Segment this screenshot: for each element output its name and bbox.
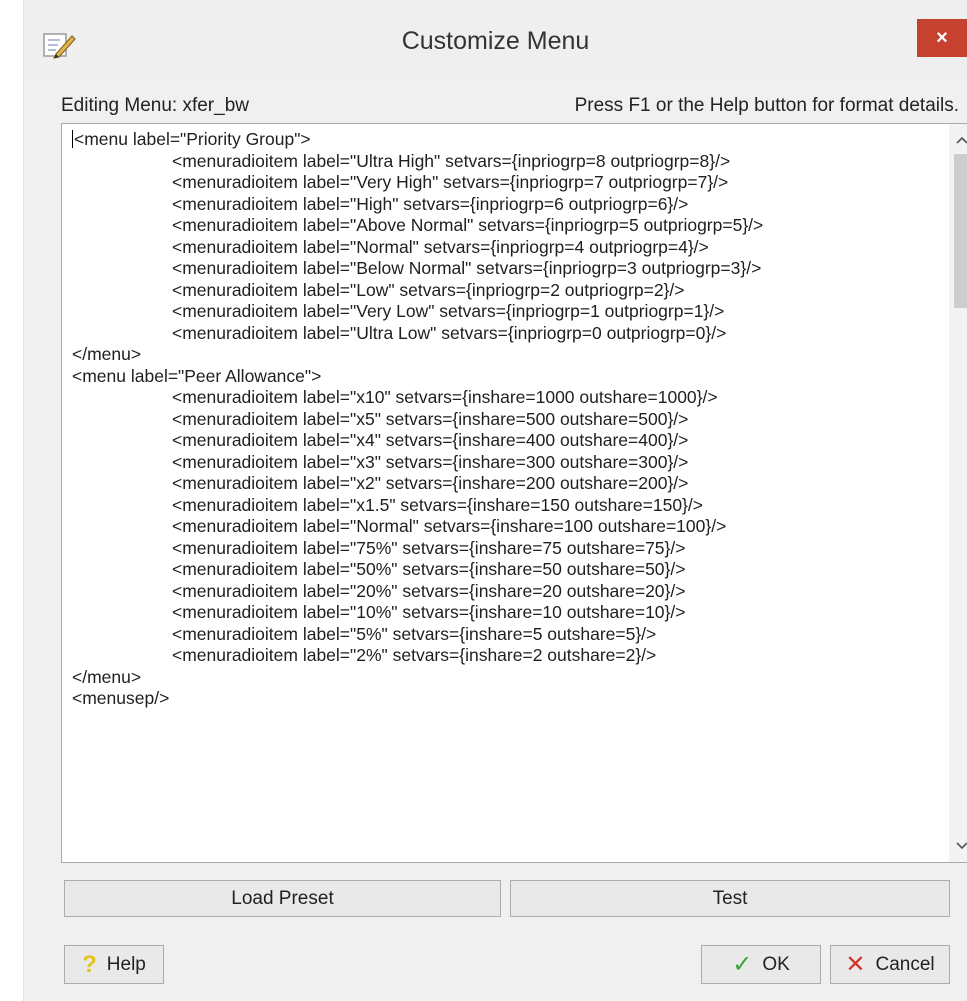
code-line: <menuradioitem label="x10" setvars={insh… xyxy=(72,387,935,409)
code-line: <menuradioitem label="x1.5" setvars={ins… xyxy=(72,495,935,517)
code-line: </menu> xyxy=(72,344,935,366)
menu-editor-textarea[interactable]: <menu label="Priority Group"> <menuradioi… xyxy=(61,123,967,863)
code-line-text: <menuradioitem label="10%" setvars={insh… xyxy=(172,602,686,622)
code-line-text: <menuradioitem label="Ultra Low" setvars… xyxy=(172,322,727,343)
code-line: <menu label="Peer Allowance"> xyxy=(72,366,935,388)
chevron-down-icon[interactable] xyxy=(949,834,967,858)
code-line: <menuradioitem label="Low" setvars={inpr… xyxy=(72,280,935,302)
vertical-scrollbar[interactable] xyxy=(949,124,967,862)
code-line: <menuradioitem label="x4" setvars={insha… xyxy=(72,430,935,452)
code-line: <menuradioitem label="x3" setvars={insha… xyxy=(72,452,935,474)
code-line-text: <menuradioitem label="Low" setvars={inpr… xyxy=(172,279,685,300)
code-line-text: <menu label="Priority Group"> xyxy=(74,129,311,149)
code-line: <menuradioitem label="50%" setvars={insh… xyxy=(72,559,935,581)
code-line: <menuradioitem label="Ultra High" setvar… xyxy=(72,151,935,173)
help-button[interactable]: ? Help xyxy=(64,945,164,984)
code-line-text: <menuradioitem label="Very Low" setvars=… xyxy=(172,301,725,321)
code-line: <menuradioitem label="5%" setvars={insha… xyxy=(72,624,935,646)
code-line-text: <menuradioitem label="x2" setvars={insha… xyxy=(172,473,689,493)
code-line-text: <menuradioitem label="x4" setvars={insha… xyxy=(172,430,689,450)
code-line: <menuradioitem label="Above Normal" setv… xyxy=(72,215,935,237)
code-line-text: <menuradioitem label="x1.5" setvars={ins… xyxy=(172,494,703,515)
code-line-text: <menuradioitem label="High" setvars={inp… xyxy=(172,193,689,214)
x-mark-icon: ✕ xyxy=(845,951,866,978)
code-line-text: <menuradioitem label="Very High" setvars… xyxy=(172,172,729,192)
window-title: Customize Menu xyxy=(401,27,590,55)
load-preset-button[interactable]: Load Preset xyxy=(64,880,501,917)
code-line: <menuradioitem label="Normal" setvars={i… xyxy=(72,237,935,259)
code-line-text: <menuradioitem label="Normal" setvars={i… xyxy=(172,236,709,257)
question-mark-icon: ? xyxy=(82,950,97,978)
code-line: <menuradioitem label="Very High" setvars… xyxy=(72,172,935,194)
code-line-text: <menuradioitem label="Above Normal" setv… xyxy=(172,215,764,235)
code-line-text: <menuradioitem label="x10" setvars={insh… xyxy=(172,387,718,407)
ok-button[interactable]: ✓ OK xyxy=(701,945,821,984)
code-line-text: <menuradioitem label="5%" setvars={insha… xyxy=(172,623,657,644)
code-line: <menuradioitem label="Normal" setvars={i… xyxy=(72,516,935,538)
code-line: </menu> xyxy=(72,667,935,689)
ok-button-label: OK xyxy=(762,953,790,975)
code-line-text: <menuradioitem label="Ultra High" setvar… xyxy=(172,150,731,171)
code-line-text: <menuradioitem label="2%" setvars={insha… xyxy=(172,645,657,665)
scrollbar-thumb[interactable] xyxy=(954,154,967,308)
code-line-text: <menu label="Peer Allowance"> xyxy=(72,365,322,386)
close-icon: × xyxy=(936,26,948,49)
code-line-text: <menuradioitem label="20%" setvars={insh… xyxy=(172,580,686,601)
editor-content[interactable]: <menu label="Priority Group"> <menuradioi… xyxy=(72,129,935,862)
help-hint-text: Press F1 or the Help button for format d… xyxy=(574,95,959,116)
code-line-text: <menuradioitem label="50%" setvars={insh… xyxy=(172,559,686,579)
code-line: <menuradioitem label="10%" setvars={insh… xyxy=(72,602,935,624)
text-caret xyxy=(72,130,73,148)
test-button[interactable]: Test xyxy=(510,880,950,917)
cancel-button[interactable]: ✕ Cancel xyxy=(830,945,950,984)
code-line: <menu label="Priority Group"> xyxy=(72,129,935,151)
code-line: <menuradioitem label="2%" setvars={insha… xyxy=(72,645,935,667)
close-button[interactable]: × xyxy=(917,19,967,57)
code-line-text: <menuradioitem label="x3" setvars={insha… xyxy=(172,451,689,472)
code-line: <menuradioitem label="75%" setvars={insh… xyxy=(72,538,935,560)
code-line-text: </menu> xyxy=(72,344,142,364)
help-button-label: Help xyxy=(106,953,146,975)
code-line: <menuradioitem label="Very Low" setvars=… xyxy=(72,301,935,323)
cancel-button-label: Cancel xyxy=(875,953,935,975)
code-line-text: <menuradioitem label="x5" setvars={insha… xyxy=(172,408,689,429)
code-line-text: </menu> xyxy=(72,666,142,687)
code-line: <menuradioitem label="Ultra Low" setvars… xyxy=(72,323,935,345)
editor-header: Editing Menu: xfer_bw Press F1 or the He… xyxy=(61,95,967,123)
code-line-text: <menuradioitem label="Normal" setvars={i… xyxy=(172,516,727,536)
title-bar[interactable]: Customize Menu × xyxy=(24,0,967,82)
editing-menu-label: Editing Menu: xfer_bw xyxy=(61,95,249,116)
code-line: <menuradioitem label="High" setvars={inp… xyxy=(72,194,935,216)
customize-menu-dialog: Customize Menu × Editing Menu: xfer_bw P… xyxy=(23,0,967,1001)
checkmark-icon: ✓ xyxy=(732,951,753,978)
code-line: <menuradioitem label="x2" setvars={insha… xyxy=(72,473,935,495)
code-line: <menuradioitem label="20%" setvars={insh… xyxy=(72,581,935,603)
code-line: <menuradioitem label="Below Normal" setv… xyxy=(72,258,935,280)
code-line-text: <menuradioitem label="75%" setvars={insh… xyxy=(172,537,686,558)
code-line: <menusep/> xyxy=(72,688,935,710)
code-line: <menuradioitem label="x5" setvars={insha… xyxy=(72,409,935,431)
code-line-text: <menuradioitem label="Below Normal" setv… xyxy=(172,258,762,278)
code-line-text: <menusep/> xyxy=(72,688,170,708)
chevron-up-icon[interactable] xyxy=(949,128,967,152)
